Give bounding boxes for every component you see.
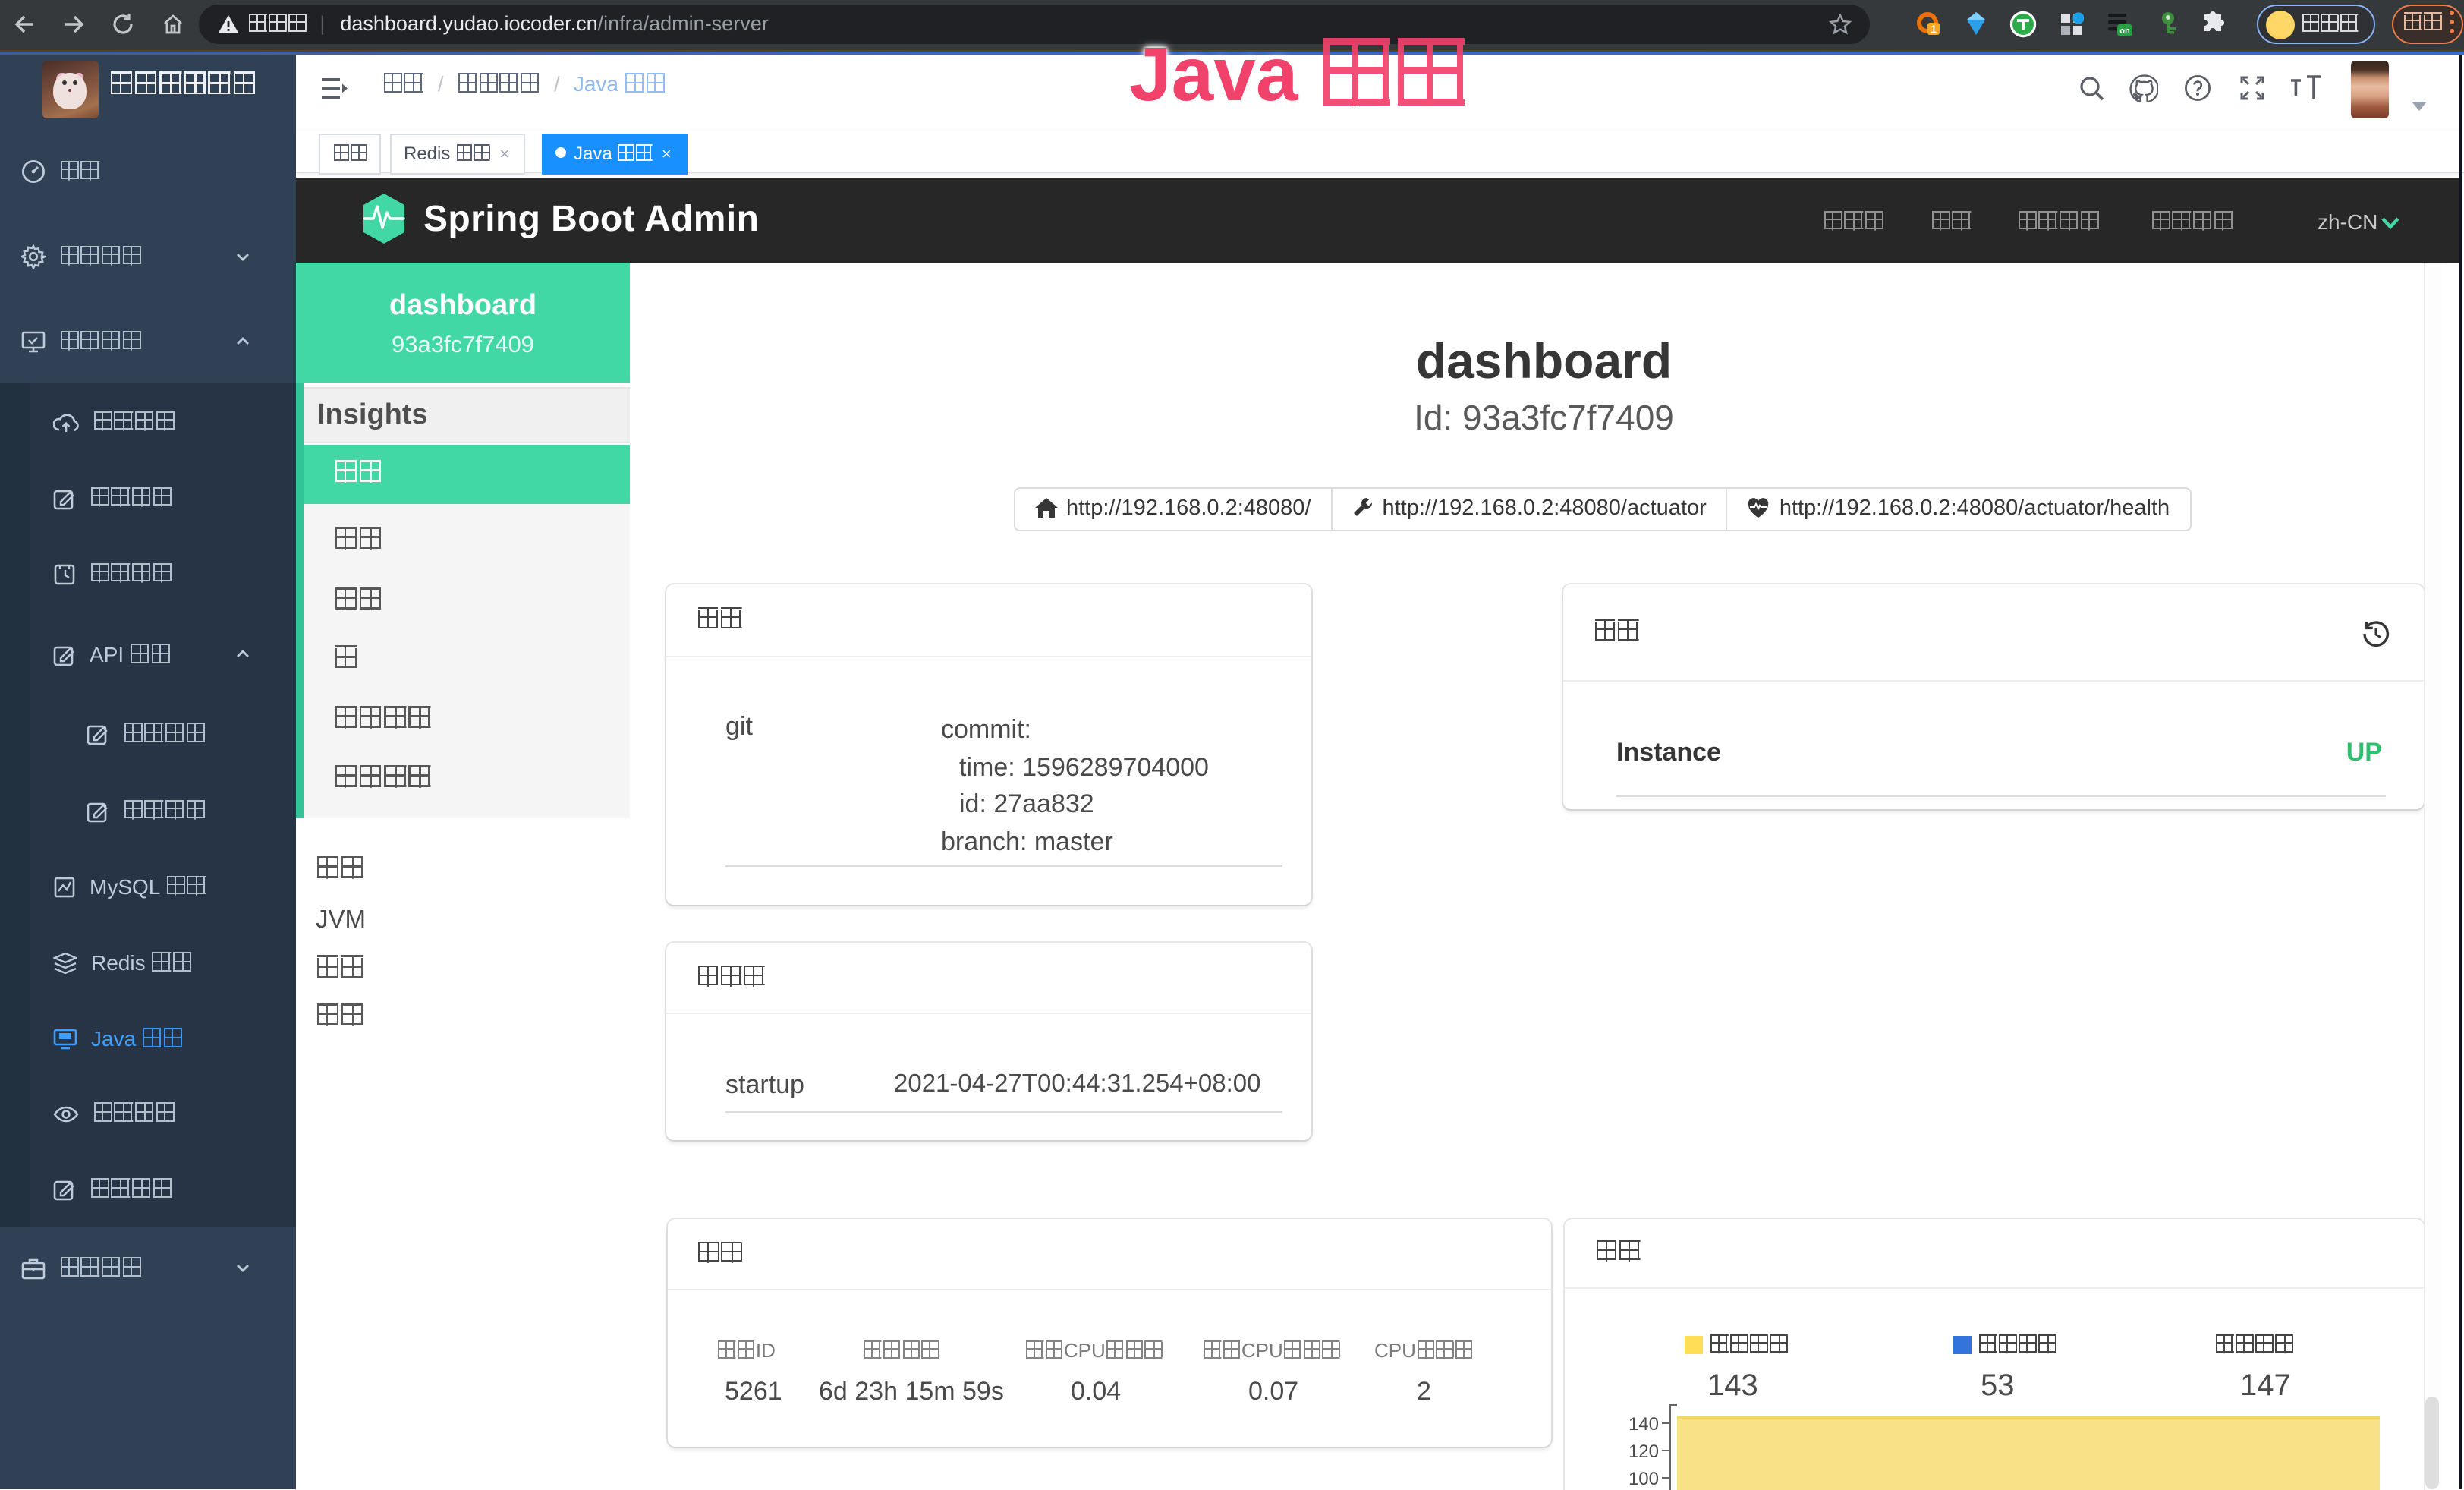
svg-text:1: 1 (1931, 23, 1937, 35)
svg-text:on: on (2119, 27, 2130, 36)
